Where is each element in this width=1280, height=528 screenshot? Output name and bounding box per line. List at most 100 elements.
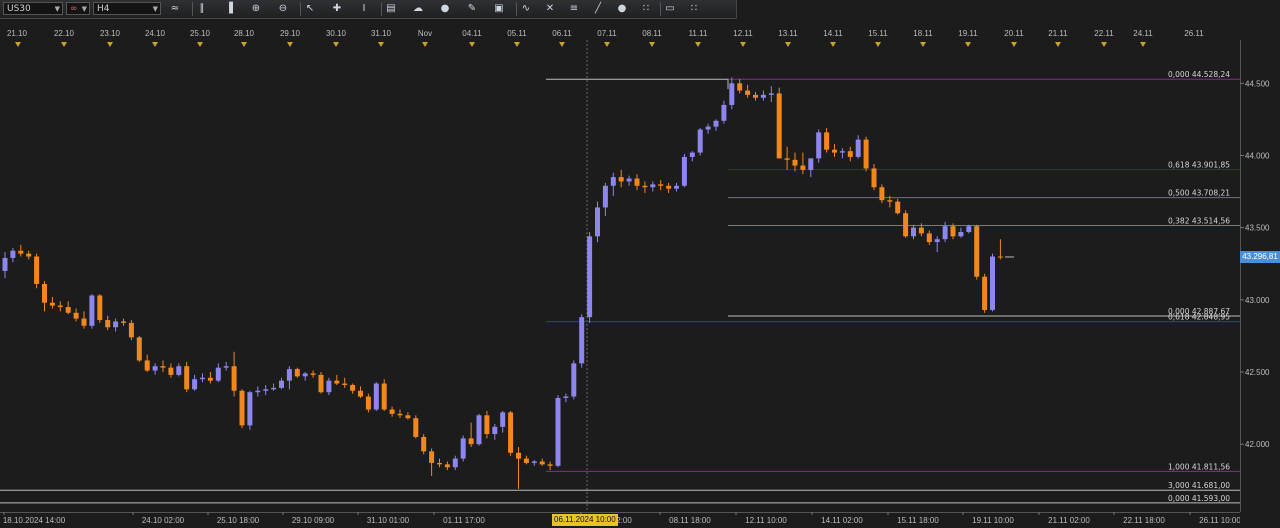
candle-body xyxy=(57,305,63,308)
candle-body xyxy=(508,412,514,453)
candle-body xyxy=(579,317,585,364)
candle-body xyxy=(563,396,569,398)
candle-body xyxy=(73,312,79,319)
price-chart[interactable]: 0,000 44.528,24 0,618 43.901,85 0,500 43.7… xyxy=(0,40,1240,512)
candle-body xyxy=(263,389,269,391)
candle-body xyxy=(192,379,198,390)
candle-body xyxy=(990,256,995,310)
candle-body xyxy=(681,156,687,186)
top-time-label: 14.11 xyxy=(823,29,843,38)
candle-body xyxy=(121,321,126,323)
candle-body xyxy=(642,185,648,188)
candle-body xyxy=(626,178,632,182)
top-time-label: 23.10 xyxy=(100,29,121,38)
bar-chart-icon[interactable]: ∥ xyxy=(195,3,209,15)
toolbar-separator xyxy=(381,2,382,16)
top-time-label: 07.11 xyxy=(597,29,617,38)
candle-body xyxy=(389,409,395,414)
grid-icon[interactable]: ∷ xyxy=(687,3,701,15)
candle-body xyxy=(318,374,324,393)
fib-level-label: 0,618 42.848,95 xyxy=(1168,313,1230,322)
candle-body xyxy=(468,438,474,445)
candle-body xyxy=(144,360,150,371)
price-axis[interactable]: 44.500 44.000 43.500 43.000 42.500 42.000 xyxy=(1240,40,1280,512)
top-time-label: Nov xyxy=(418,29,432,38)
top-time-label: 21.11 xyxy=(1048,29,1068,38)
candle-body xyxy=(571,363,577,397)
top-time-label: 21.10 xyxy=(7,29,28,38)
fib-level-label: 0,382 43.514,56 xyxy=(1168,217,1230,226)
note-icon[interactable]: ▤ xyxy=(384,3,398,15)
candle-body xyxy=(279,380,284,388)
top-time-label: 22.11 xyxy=(1094,29,1114,38)
candle-body xyxy=(255,390,261,393)
candle-body xyxy=(223,366,229,368)
candle-body xyxy=(595,207,600,237)
candle-body xyxy=(729,83,735,105)
candle-body xyxy=(373,383,379,410)
crosshair-icon[interactable]: ✚ xyxy=(330,3,344,15)
candle-body xyxy=(997,256,1003,258)
candle-body xyxy=(160,366,166,368)
candle-body xyxy=(903,213,909,237)
indicator-icon[interactable]: ∿ xyxy=(519,3,533,15)
pattern-icon[interactable]: ✕ xyxy=(543,3,557,15)
top-time-label: 22.10 xyxy=(54,29,75,38)
top-time-label: 30.10 xyxy=(326,29,347,38)
candle-body xyxy=(231,366,237,391)
candle-body xyxy=(429,451,435,463)
cloud-icon[interactable]: ☁ xyxy=(411,3,425,15)
candle-body xyxy=(2,257,8,271)
candle-body xyxy=(847,151,853,157)
candle-body xyxy=(334,380,340,384)
screen-icon[interactable]: ▣ xyxy=(492,3,506,15)
top-time-label: 31.10 xyxy=(371,29,392,38)
zoom-out-icon[interactable]: ⊖ xyxy=(276,3,290,15)
globe-icon[interactable]: ● xyxy=(438,3,452,15)
candle-body xyxy=(942,226,948,240)
candle-body xyxy=(452,458,458,468)
bottom-time-axis[interactable]: 18.10.2024 14:00 24.10 02:00 25.10 18:00 29… xyxy=(0,512,1240,528)
candle-body xyxy=(721,104,727,121)
bottom-time-label: 24.10 02:00 xyxy=(142,516,185,525)
timeframe-value: H4 xyxy=(97,4,110,14)
top-time-label: 05.11 xyxy=(507,29,527,38)
cursor-icon[interactable]: ↖ xyxy=(303,3,317,15)
fib-level-label: 0,000 41.593,00 xyxy=(1168,494,1230,503)
candle-body xyxy=(950,226,956,237)
dots-icon[interactable]: ∷ xyxy=(639,3,653,15)
bottom-time-label: 29.10 09:00 xyxy=(292,516,335,525)
eraser-icon[interactable]: ▭ xyxy=(663,3,677,15)
chevron-down-icon: ▼ xyxy=(152,5,158,13)
toolbar-separator xyxy=(192,2,193,16)
text-cursor-icon[interactable]: I xyxy=(357,3,371,15)
zoom-in-icon[interactable]: ⊕ xyxy=(249,3,263,15)
candle-body xyxy=(871,168,877,188)
bottom-time-label: 21.11 02:00 xyxy=(1048,516,1090,525)
candle-body xyxy=(610,177,616,186)
candle-body xyxy=(397,413,403,416)
link-button[interactable]: ∞ ▼ xyxy=(66,2,90,15)
candle-body xyxy=(555,397,561,466)
bottom-time-label: 31.10 01:00 xyxy=(367,516,410,525)
timeframe-select[interactable]: H4 ▼ xyxy=(93,2,161,15)
candle-body xyxy=(547,464,553,466)
candle-body xyxy=(500,412,506,427)
top-time-label: 19.11 xyxy=(958,29,978,38)
candle-body xyxy=(215,367,221,381)
pencil-icon[interactable]: ✎ xyxy=(465,3,479,15)
candle-body xyxy=(405,415,411,419)
trend-icon[interactable]: ╱ xyxy=(591,3,605,15)
bottom-time-label: 18.10.2024 14:00 xyxy=(3,516,66,525)
candle-body xyxy=(516,452,521,459)
symbol-select[interactable]: US30 ▼ xyxy=(3,2,63,15)
fib-level-label: 3,000 41.681,00 xyxy=(1168,481,1230,490)
candle-body xyxy=(618,177,624,182)
circle-icon[interactable]: ● xyxy=(615,3,629,15)
fib-icon[interactable]: ≡ xyxy=(567,3,581,15)
top-time-axis: 21.10 22.10 23.10 24.10 25.10 28.10 29.10 30.10… xyxy=(7,29,1204,38)
top-time-label: 08.11 xyxy=(642,29,662,38)
candle-chart-icon[interactable]: ▐ xyxy=(222,3,236,15)
candle-body xyxy=(128,322,134,338)
chart-type-icon[interactable]: ≈ xyxy=(168,3,182,15)
